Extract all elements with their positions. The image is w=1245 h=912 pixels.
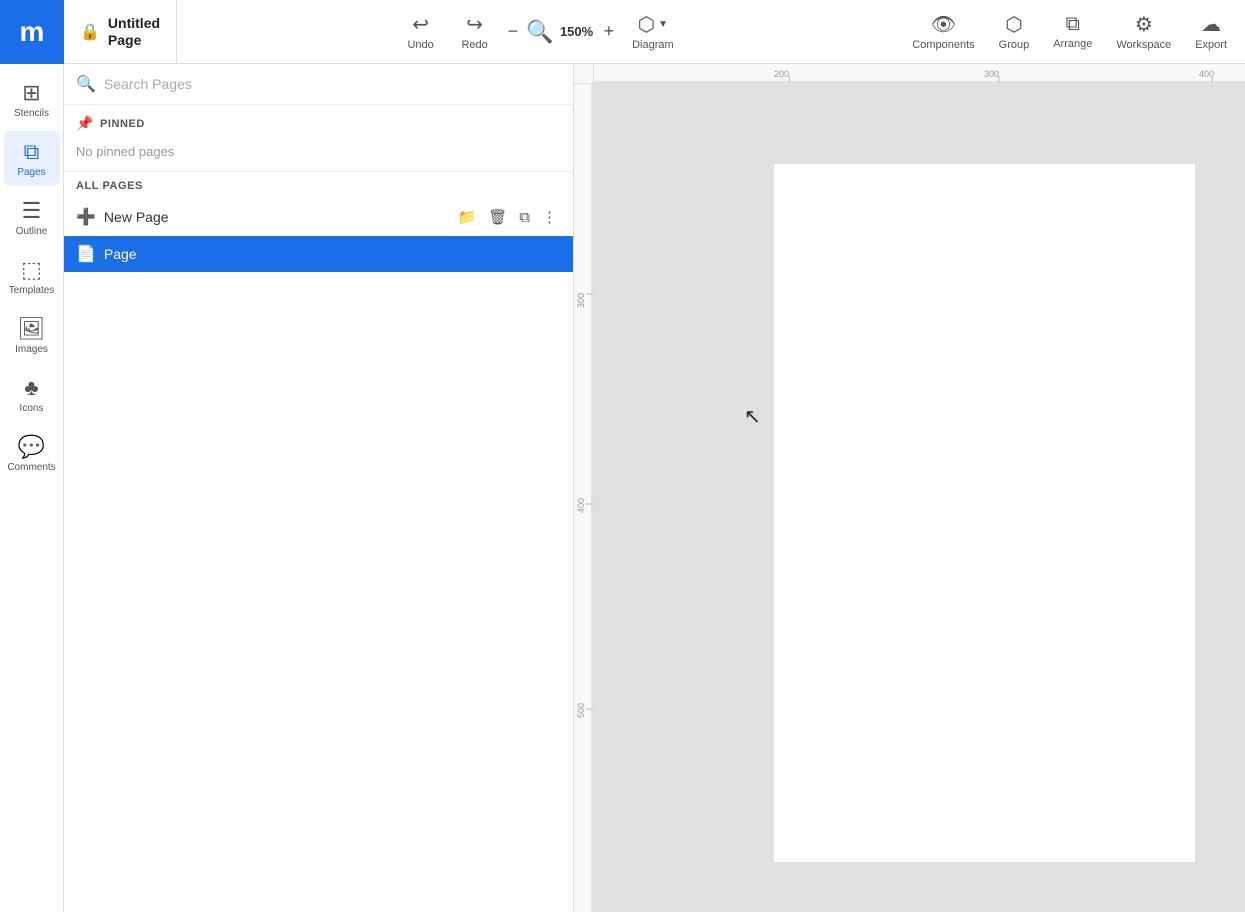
pages-icon: ⧉ (24, 139, 40, 165)
add-to-group-button[interactable]: 📁 (454, 206, 481, 228)
svg-text:200: 200 (774, 69, 789, 79)
duplicate-page-button[interactable]: ⧉ (515, 207, 534, 228)
export-icon: ☁ (1201, 12, 1221, 37)
outline-icon: ☰ (22, 198, 42, 224)
undo-button[interactable]: ↩ Undo (396, 8, 446, 55)
pinned-section-header: 📌 PINNED (64, 105, 573, 138)
comments-icon: 💬 (18, 434, 45, 460)
main-layout: ⊞ Stencils ⧉ Pages ☰ Outline ⬚ Templates… (0, 64, 1245, 912)
arrange-button[interactable]: ⧉ Arrange (1043, 9, 1102, 54)
workspace-button[interactable]: ⚙ Workspace (1106, 8, 1181, 55)
page-icon: 📄 (76, 244, 96, 264)
sidebar-item-stencils[interactable]: ⊞ Stencils (4, 72, 60, 127)
canvas-main[interactable]: ↖ (594, 84, 1245, 912)
all-pages-header: ALL PAGES (64, 171, 573, 198)
templates-label: Templates (9, 285, 55, 296)
page-label: Page (104, 246, 561, 262)
group-button[interactable]: ⬡ Group (989, 8, 1040, 55)
cursor-indicator: ↖ (744, 404, 762, 426)
sidebar-item-icons[interactable]: ♣ Icons (4, 367, 60, 422)
logo-icon: m (20, 16, 45, 48)
undo-icon: ↩ (412, 12, 429, 37)
new-page-icon: ➕ (76, 207, 96, 227)
arrange-label: Arrange (1053, 38, 1092, 50)
redo-icon: ↪ (466, 12, 483, 37)
stencils-label: Stencils (14, 108, 49, 119)
toolbar-center: ↩ Undo ↪ Redo − 🔍 150% + ⬡ ▼ Diagram (177, 8, 902, 55)
topbar: m 🔒 Untitled Page ↩ Undo ↪ Redo − 🔍 150%… (0, 0, 1245, 64)
delete-page-button[interactable]: 🗑 (484, 206, 511, 228)
images-label: Images (15, 344, 48, 355)
lock-icon: 🔒 (80, 22, 100, 42)
canvas-bottom-row: 300 400 500 ↖ (574, 84, 1245, 912)
svg-text:500: 500 (576, 703, 586, 718)
canvas-page (774, 164, 1195, 862)
pin-icon: 📌 (76, 115, 94, 132)
components-label: Components (912, 39, 974, 51)
canvas-top-row: 200 300 400 (574, 64, 1245, 84)
pages-panel: 🔍 📌 PINNED No pinned pages ALL PAGES ➕ N… (64, 64, 574, 912)
toolbar-right: 👁 Components ⬡ Group ⧉ Arrange ⚙ Workspa… (902, 8, 1245, 55)
comments-label: Comments (7, 462, 55, 473)
arrange-icon: ⧉ (1066, 13, 1080, 36)
page-item[interactable]: 📄 Page (64, 236, 573, 272)
workspace-icon: ⚙ (1135, 12, 1153, 37)
new-page-label: New Page (104, 209, 446, 225)
templates-icon: ⬚ (21, 257, 42, 283)
sidebar-item-pages[interactable]: ⧉ Pages (4, 131, 60, 186)
icons-icon: ♣ (24, 375, 38, 401)
group-icon: ⬡ (1005, 12, 1022, 37)
search-icon: 🔍 (76, 74, 96, 94)
icons-label: Icons (20, 403, 44, 414)
logo-area[interactable]: m (0, 0, 64, 64)
diagram-caret-icon: ▼ (658, 19, 668, 30)
diagram-label: Diagram (632, 39, 674, 51)
diagram-button[interactable]: ⬡ ▼ Diagram (622, 8, 684, 55)
images-icon: 🖼 (18, 316, 46, 342)
sidebar-item-comments[interactable]: 💬 Comments (4, 426, 60, 481)
sidebar-item-templates[interactable]: ⬚ Templates (4, 249, 60, 304)
search-input[interactable] (104, 76, 561, 92)
more-options-button[interactable]: ⋮ (538, 206, 561, 228)
components-button[interactable]: 👁 Components (902, 8, 984, 55)
export-label: Export (1195, 39, 1227, 51)
svg-text:400: 400 (576, 498, 586, 513)
zoom-minus-button[interactable]: − (504, 19, 523, 44)
undo-label: Undo (407, 39, 433, 51)
no-pinned-text: No pinned pages (64, 138, 573, 171)
sidebar-item-outline[interactable]: ☰ Outline (4, 190, 60, 245)
ruler-corner (574, 64, 594, 84)
horizontal-ruler: 200 300 400 (594, 64, 1245, 84)
pages-label: Pages (17, 167, 45, 178)
zoom-value: 150% (558, 24, 596, 39)
export-button[interactable]: ☁ Export (1185, 8, 1237, 55)
svg-text:300: 300 (984, 69, 999, 79)
svg-text:300: 300 (576, 293, 586, 308)
document-title: Untitled Page (108, 15, 160, 49)
title-area: 🔒 Untitled Page (64, 0, 177, 63)
zoom-icon: 🔍 (526, 19, 553, 45)
redo-label: Redo (461, 39, 487, 51)
search-bar: 🔍 (64, 64, 573, 105)
new-page-actions: 📁 🗑 ⧉ ⋮ (454, 206, 561, 228)
diagram-icon: ⬡ (638, 12, 655, 37)
outline-label: Outline (16, 226, 48, 237)
vertical-ruler: 300 400 500 (574, 84, 594, 912)
new-page-item[interactable]: ➕ New Page 📁 🗑 ⧉ ⋮ (64, 198, 573, 236)
redo-button[interactable]: ↪ Redo (450, 8, 500, 55)
group-label: Group (999, 39, 1030, 51)
canvas-wrapper: 200 300 400 300 400 500 (574, 64, 1245, 912)
pinned-label: PINNED (100, 118, 145, 130)
sidebar-item-images[interactable]: 🖼 Images (4, 308, 60, 363)
sidebar-icons: ⊞ Stencils ⧉ Pages ☰ Outline ⬚ Templates… (0, 64, 64, 912)
workspace-label: Workspace (1116, 39, 1171, 51)
zoom-plus-button[interactable]: + (600, 19, 619, 44)
stencils-icon: ⊞ (22, 80, 40, 106)
components-icon: 👁 (931, 12, 956, 37)
